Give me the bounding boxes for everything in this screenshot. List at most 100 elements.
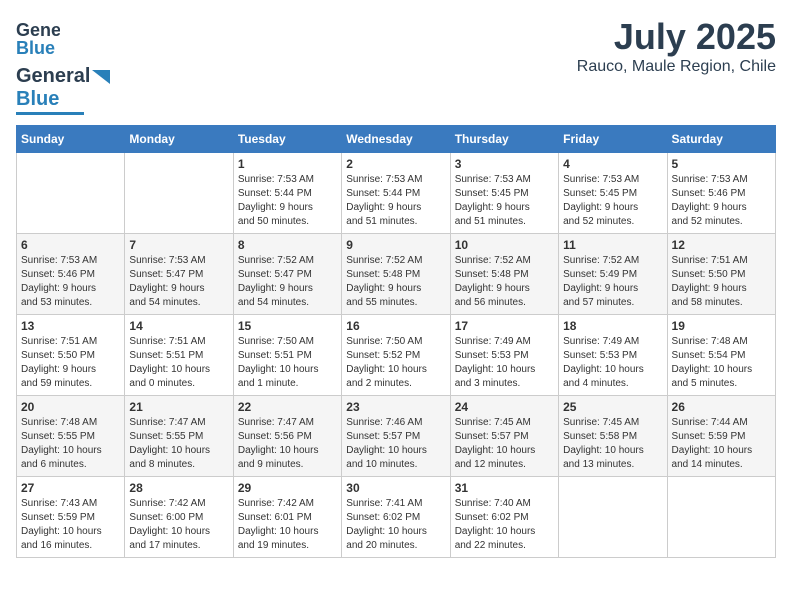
day-detail: Sunrise: 7:47 AM Sunset: 5:56 PM Dayligh… <box>238 416 337 472</box>
col-thursday: Thursday <box>450 126 558 153</box>
day-number: 9 <box>346 238 445 252</box>
calendar-cell: 21Sunrise: 7:47 AM Sunset: 5:55 PM Dayli… <box>125 396 233 477</box>
calendar-cell: 29 Sunrise: 7:42 AM Sunset: 6:01 PM Dayli… <box>233 477 341 558</box>
day-detail: Sunrise: 7:53 AM Sunset: 5:46 PM Dayligh… <box>21 254 120 310</box>
calendar-cell <box>17 153 125 234</box>
calendar-week-row-1: 6 Sunrise: 7:53 AM Sunset: 5:46 PM Daylig… <box>17 234 776 315</box>
day-detail: Sunrise: 7:53 AM Sunset: 5:44 PM Dayligh… <box>346 173 445 229</box>
calendar-cell: 17 Sunrise: 7:49 AM Sunset: 5:53 PM Dayli… <box>450 315 558 396</box>
day-number: 8 <box>238 238 337 252</box>
day-detail: Sunrise: 7:46 AM Sunset: 5:57 PM Dayligh… <box>346 416 445 472</box>
day-number: 24 <box>455 400 554 414</box>
col-saturday: Saturday <box>667 126 775 153</box>
calendar-cell: 12 Sunrise: 7:51 AM Sunset: 5:50 PM Dayli… <box>667 234 775 315</box>
day-detail: Sunrise: 7:51 AM Sunset: 5:51 PM Dayligh… <box>129 335 228 391</box>
day-detail: Sunrise: 7:48 AM Sunset: 5:55 PM Dayligh… <box>21 416 120 472</box>
logo-underline <box>16 112 84 115</box>
calendar-cell: 11 Sunrise: 7:52 AM Sunset: 5:49 PM Dayli… <box>559 234 667 315</box>
day-number: 30 <box>346 481 445 495</box>
day-detail: Sunrise: 7:40 AM Sunset: 6:02 PM Dayligh… <box>455 497 554 553</box>
day-detail: Sunrise: 7:52 AM Sunset: 5:49 PM Dayligh… <box>563 254 662 310</box>
day-detail: Sunrise: 7:52 AM Sunset: 5:48 PM Dayligh… <box>455 254 554 310</box>
calendar-cell: 8 Sunrise: 7:52 AM Sunset: 5:47 PM Daylig… <box>233 234 341 315</box>
day-detail: Sunrise: 7:45 AM Sunset: 5:57 PM Dayligh… <box>455 416 554 472</box>
day-number: 3 <box>455 157 554 171</box>
day-number: 1 <box>238 157 337 171</box>
day-number: 14 <box>129 319 228 333</box>
calendar-cell: 9 Sunrise: 7:52 AM Sunset: 5:48 PM Daylig… <box>342 234 450 315</box>
day-detail: Sunrise: 7:53 AM Sunset: 5:45 PM Dayligh… <box>455 173 554 229</box>
page-header: General Blue General Blue July 2025 Rauc… <box>16 16 776 115</box>
logo-blue: Blue <box>16 88 59 111</box>
calendar-cell: 27Sunrise: 7:43 AM Sunset: 5:59 PM Dayli… <box>17 477 125 558</box>
calendar-cell: 30 Sunrise: 7:41 AM Sunset: 6:02 PM Dayli… <box>342 477 450 558</box>
day-number: 10 <box>455 238 554 252</box>
col-tuesday: Tuesday <box>233 126 341 153</box>
col-wednesday: Wednesday <box>342 126 450 153</box>
calendar-table: Sunday Monday Tuesday Wednesday Thursday… <box>16 125 776 558</box>
day-detail: Sunrise: 7:42 AM Sunset: 6:00 PM Dayligh… <box>129 497 228 553</box>
day-detail: Sunrise: 7:47 AM Sunset: 5:55 PM Dayligh… <box>129 416 228 472</box>
day-detail: Sunrise: 7:53 AM Sunset: 5:47 PM Dayligh… <box>129 254 228 310</box>
calendar-cell: 7 Sunrise: 7:53 AM Sunset: 5:47 PM Daylig… <box>125 234 233 315</box>
calendar-cell: 26 Sunrise: 7:44 AM Sunset: 5:59 PM Dayli… <box>667 396 775 477</box>
day-detail: Sunrise: 7:52 AM Sunset: 5:47 PM Dayligh… <box>238 254 337 310</box>
day-number: 22 <box>238 400 337 414</box>
day-number: 16 <box>346 319 445 333</box>
day-detail: Sunrise: 7:49 AM Sunset: 5:53 PM Dayligh… <box>563 335 662 391</box>
day-detail: Sunrise: 7:44 AM Sunset: 5:59 PM Dayligh… <box>672 416 771 472</box>
col-sunday: Sunday <box>17 126 125 153</box>
day-number: 7 <box>129 238 228 252</box>
day-detail: Sunrise: 7:52 AM Sunset: 5:48 PM Dayligh… <box>346 254 445 310</box>
day-number: 26 <box>672 400 771 414</box>
day-number: 19 <box>672 319 771 333</box>
calendar-cell <box>667 477 775 558</box>
calendar-week-row-3: 20 Sunrise: 7:48 AM Sunset: 5:55 PM Dayli… <box>17 396 776 477</box>
calendar-cell: 20 Sunrise: 7:48 AM Sunset: 5:55 PM Dayli… <box>17 396 125 477</box>
logo-general: General <box>16 65 90 88</box>
svg-text:General: General <box>16 20 60 40</box>
day-detail: Sunrise: 7:49 AM Sunset: 5:53 PM Dayligh… <box>455 335 554 391</box>
day-number: 13 <box>21 319 120 333</box>
calendar-cell: 16 Sunrise: 7:50 AM Sunset: 5:52 PM Dayli… <box>342 315 450 396</box>
day-detail: Sunrise: 7:50 AM Sunset: 5:52 PM Dayligh… <box>346 335 445 391</box>
calendar-cell: 13Sunrise: 7:51 AM Sunset: 5:50 PM Dayli… <box>17 315 125 396</box>
logo: General Blue General Blue <box>16 16 116 115</box>
calendar-cell: 1 Sunrise: 7:53 AM Sunset: 5:44 PM Daylig… <box>233 153 341 234</box>
calendar-cell: 22 Sunrise: 7:47 AM Sunset: 5:56 PM Dayli… <box>233 396 341 477</box>
calendar-cell: 3 Sunrise: 7:53 AM Sunset: 5:45 PM Daylig… <box>450 153 558 234</box>
calendar-week-row-2: 13Sunrise: 7:51 AM Sunset: 5:50 PM Dayli… <box>17 315 776 396</box>
calendar-cell: 5Sunrise: 7:53 AM Sunset: 5:46 PM Daylig… <box>667 153 775 234</box>
day-detail: Sunrise: 7:51 AM Sunset: 5:50 PM Dayligh… <box>672 254 771 310</box>
day-number: 20 <box>21 400 120 414</box>
day-detail: Sunrise: 7:53 AM Sunset: 5:45 PM Dayligh… <box>563 173 662 229</box>
logo-arrow-icon <box>92 70 110 84</box>
day-number: 6 <box>21 238 120 252</box>
day-number: 23 <box>346 400 445 414</box>
day-detail: Sunrise: 7:53 AM Sunset: 5:46 PM Dayligh… <box>672 173 771 229</box>
title-block: July 2025 Rauco, Maule Region, Chile <box>577 16 776 76</box>
month-title: July 2025 <box>577 16 776 58</box>
calendar-cell: 31Sunrise: 7:40 AM Sunset: 6:02 PM Dayli… <box>450 477 558 558</box>
calendar-cell: 6 Sunrise: 7:53 AM Sunset: 5:46 PM Daylig… <box>17 234 125 315</box>
day-number: 11 <box>563 238 662 252</box>
day-detail: Sunrise: 7:42 AM Sunset: 6:01 PM Dayligh… <box>238 497 337 553</box>
col-monday: Monday <box>125 126 233 153</box>
calendar-header-row: Sunday Monday Tuesday Wednesday Thursday… <box>17 126 776 153</box>
svg-text:Blue: Blue <box>16 38 55 58</box>
day-detail: Sunrise: 7:41 AM Sunset: 6:02 PM Dayligh… <box>346 497 445 553</box>
day-number: 12 <box>672 238 771 252</box>
calendar-week-row-0: 1 Sunrise: 7:53 AM Sunset: 5:44 PM Daylig… <box>17 153 776 234</box>
day-detail: Sunrise: 7:53 AM Sunset: 5:44 PM Dayligh… <box>238 173 337 229</box>
day-number: 28 <box>129 481 228 495</box>
calendar-cell: 14 Sunrise: 7:51 AM Sunset: 5:51 PM Dayli… <box>125 315 233 396</box>
day-number: 18 <box>563 319 662 333</box>
day-number: 17 <box>455 319 554 333</box>
calendar-cell <box>125 153 233 234</box>
day-detail: Sunrise: 7:50 AM Sunset: 5:51 PM Dayligh… <box>238 335 337 391</box>
location-title: Rauco, Maule Region, Chile <box>577 58 776 76</box>
calendar-cell: 28 Sunrise: 7:42 AM Sunset: 6:00 PM Dayli… <box>125 477 233 558</box>
day-number: 29 <box>238 481 337 495</box>
day-number: 27 <box>21 481 120 495</box>
calendar-cell <box>559 477 667 558</box>
